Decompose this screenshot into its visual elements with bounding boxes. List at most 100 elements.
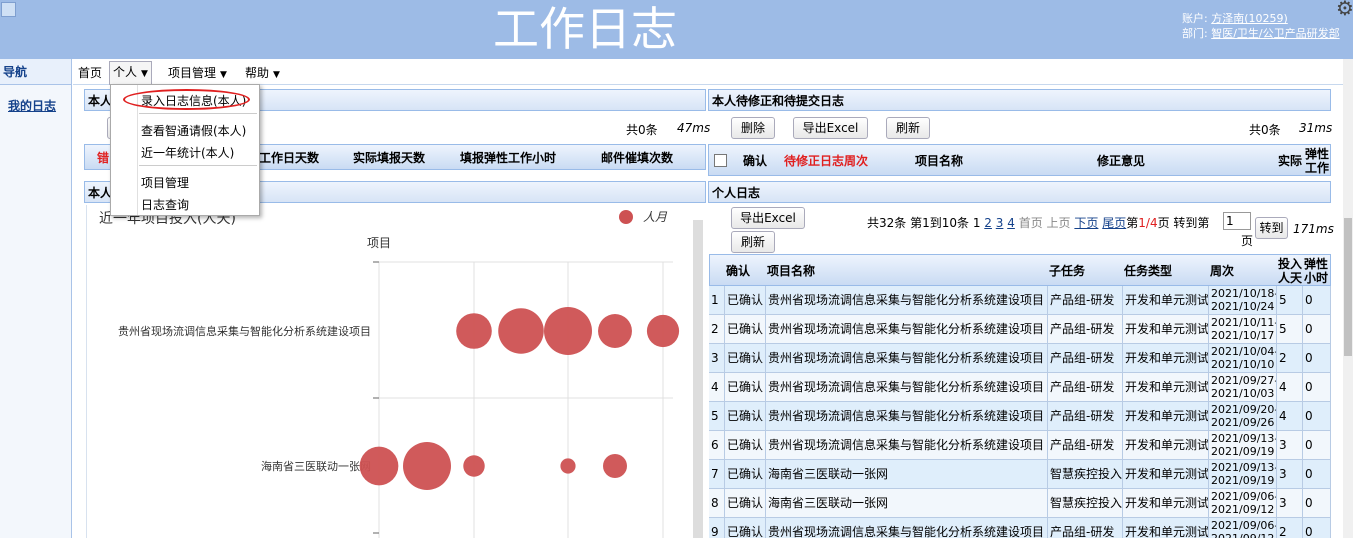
left-top-time: 47ms — [677, 121, 711, 135]
page-link-2[interactable]: 2 — [984, 216, 992, 230]
last-page-link[interactable]: 尾页 — [1102, 216, 1126, 230]
account-info: 账户: 方泽南(10259) 部门: 智医/卫生/公卫产品研发部 — [1182, 11, 1340, 41]
log-col-confirm: 确认 — [726, 264, 751, 278]
personal-log-panel-title: 个人日志 — [708, 181, 1331, 203]
table-row[interactable]: 8 已确认 海南省三医联动一张网 智慧疾控投入 开发和单元测试 2021/09/06- 20… — [709, 489, 1331, 518]
plot-area — [379, 262, 673, 538]
sidebar: 导航 我的日志 — [0, 59, 72, 538]
page-link-3[interactable]: 3 — [996, 216, 1004, 230]
right-top-table-header: 确认 待修正日志周次 项目名称 修正意见 实际 弹性工作 — [708, 144, 1331, 176]
bubble-point[interactable] — [646, 314, 680, 348]
cell-week-end: 2021/10/03 — [1211, 387, 1275, 400]
table-row[interactable]: 3 已确认 贵州省现场流调信息采集与智能化分析系统建设项目 产品组-研发 开发和单元测试… — [709, 344, 1331, 373]
log-col-subtask: 子任务 — [1049, 264, 1086, 278]
cell-s: 智慧疾控投入 — [1048, 460, 1123, 489]
account-link[interactable]: 方泽南(10259) — [1211, 12, 1288, 25]
menu-item-annual-stats[interactable]: 近一年统计(本人) — [141, 144, 234, 161]
gear-icon[interactable]: ⚙ — [1336, 0, 1353, 20]
highlight-circle — [123, 89, 250, 110]
dropdown-separator — [139, 113, 257, 114]
bubble-point[interactable] — [463, 455, 485, 477]
table-row[interactable]: 5 已确认 贵州省现场流调信息采集与智能化分析系统建设项目 产品组-研发 开发和单元测试… — [709, 402, 1331, 431]
chart-area: 近一年项目投入(人天) 人月 项目 贵州省现场流调信息采集与智能化分析系统建设项… — [86, 205, 706, 538]
cell-n: 8 — [709, 489, 725, 518]
table-row[interactable]: 7 已确认 海南省三医联动一张网 智慧疾控投入 开发和单元测试 2021/09/13- 20… — [709, 460, 1331, 489]
cell-c: 已确认 — [725, 489, 766, 518]
refresh-button[interactable]: 刷新 — [886, 117, 930, 139]
cell-c: 已确认 — [725, 286, 766, 315]
cell-week-end: 2021/09/19 — [1211, 445, 1275, 458]
cell-s: 智慧疾控投入 — [1048, 489, 1123, 518]
bubble-point[interactable] — [544, 307, 592, 355]
jump-page-input[interactable] — [1223, 212, 1251, 230]
col-actual: 实际 — [1278, 154, 1303, 168]
cell-week-start: 2021/09/06- — [1211, 519, 1277, 532]
log-export-button[interactable]: 导出Excel — [731, 207, 805, 229]
sidebar-item-my-log[interactable]: 我的日志 — [0, 97, 71, 114]
cell-p: 海南省三医联动一张网 — [766, 460, 1048, 489]
menu-personal[interactable]: 个人 ▼ — [109, 61, 152, 85]
col-pending-week: 待修正日志周次 — [784, 154, 869, 168]
page-link-1[interactable]: 1 — [973, 216, 981, 230]
cell-d: 5 — [1277, 286, 1303, 315]
bubble-point[interactable] — [359, 446, 399, 486]
chart-scrollbar[interactable] — [693, 220, 703, 538]
cell-p: 海南省三医联动一张网 — [766, 489, 1048, 518]
right-top-count: 共0条 — [1249, 123, 1281, 137]
table-row[interactable]: 6 已确认 贵州省现场流调信息采集与智能化分析系统建设项目 产品组-研发 开发和单元测试… — [709, 431, 1331, 460]
menu-help[interactable]: 帮助 ▼ — [242, 63, 283, 83]
select-all-checkbox[interactable] — [714, 154, 727, 167]
cell-t: 开发和单元测试 — [1123, 460, 1209, 489]
bubble-point[interactable] — [603, 454, 627, 478]
menu-home[interactable]: 首页 — [75, 63, 105, 83]
delete-button[interactable]: 删除 — [731, 117, 775, 139]
cell-c: 已确认 — [725, 431, 766, 460]
right-top-title-text: 本人待修正和待提交日志 — [712, 94, 845, 108]
cell-week: 2021/09/06-2021/09/12 — [1209, 489, 1277, 518]
cell-h: 0 — [1303, 315, 1331, 344]
cell-week: 2021/10/11- 2021/10/17 — [1209, 315, 1277, 344]
right-top-panel-title: 本人待修正和待提交日志 — [708, 89, 1331, 111]
log-refresh-button[interactable]: 刷新 — [731, 231, 775, 253]
cell-week-end: 2021/10/10 — [1211, 358, 1275, 371]
next-page-link[interactable]: 下页 — [1074, 216, 1098, 230]
cell-n: 1 — [709, 286, 725, 315]
first-page-link: 首页 — [1018, 216, 1043, 230]
menu-item-log-query[interactable]: 日志查询 — [141, 196, 189, 213]
bubble-point[interactable] — [403, 442, 451, 490]
cell-h: 0 — [1303, 402, 1331, 431]
menu-home-label: 首页 — [78, 66, 103, 80]
table-row[interactable]: 4 已确认 贵州省现场流调信息采集与智能化分析系统建设项目 产品组-研发 开发和单元测试… — [709, 373, 1331, 402]
page-scrollbar-thumb[interactable] — [1344, 218, 1352, 356]
log-table-header: 确认 项目名称 子任务 任务类型 周次 投入人天 弹性小时 — [709, 254, 1331, 286]
right-top-time: 31ms — [1299, 121, 1333, 135]
cell-week: 2021/09/20- 2021/09/26 — [1209, 402, 1277, 431]
page-link-4[interactable]: 4 — [1007, 216, 1015, 230]
dept-link[interactable]: 智医/卫生/公卫产品研发部 — [1211, 27, 1339, 40]
table-row[interactable]: 9 已确认 贵州省现场流调信息采集与智能化分析系统建设项目 产品组-研发 开发和单元测试… — [709, 518, 1331, 538]
export-excel-button[interactable]: 导出Excel — [793, 117, 868, 139]
cell-h: 0 — [1303, 344, 1331, 373]
cell-t: 开发和单元测试 — [1123, 286, 1209, 315]
table-row[interactable]: 2 已确认 贵州省现场流调信息采集与智能化分析系统建设项目 产品组-研发 开发和单元测试… — [709, 315, 1331, 344]
cell-n: 4 — [709, 373, 725, 402]
jump-button[interactable]: 转到 — [1255, 217, 1288, 239]
menu-item-view-leave[interactable]: 查看智通请假(本人) — [141, 122, 246, 139]
dept-label: 部门: — [1182, 27, 1208, 40]
menu-project[interactable]: 项目管理 ▼ — [165, 63, 230, 83]
sidebar-title: 导航 — [0, 59, 71, 85]
bubble-point[interactable] — [560, 458, 576, 474]
cell-s: 产品组-研发 — [1048, 431, 1123, 460]
bubble-point[interactable] — [598, 314, 632, 348]
cell-week-start: 2021/09/06- — [1211, 490, 1277, 503]
menu-item-project-mgmt[interactable]: 项目管理 — [141, 174, 189, 191]
cell-n: 7 — [709, 460, 725, 489]
table-row[interactable]: 1 已确认 贵州省现场流调信息采集与智能化分析系统建设项目 产品组-研发 开发和单元测试… — [709, 286, 1331, 315]
bubble-point[interactable] — [456, 313, 492, 349]
account-label: 账户: — [1182, 12, 1208, 25]
bubble-point[interactable] — [498, 308, 544, 354]
cell-week: 2021/09/27- 2021/10/03 — [1209, 373, 1277, 402]
cell-week-start: 2021/10/04- — [1211, 345, 1277, 358]
pager: 共32条 第1到10条 1 2 3 4 首页 上页 下页 尾页第1/4页 转到第 — [867, 214, 1209, 231]
page-label: 第 — [1126, 216, 1139, 230]
